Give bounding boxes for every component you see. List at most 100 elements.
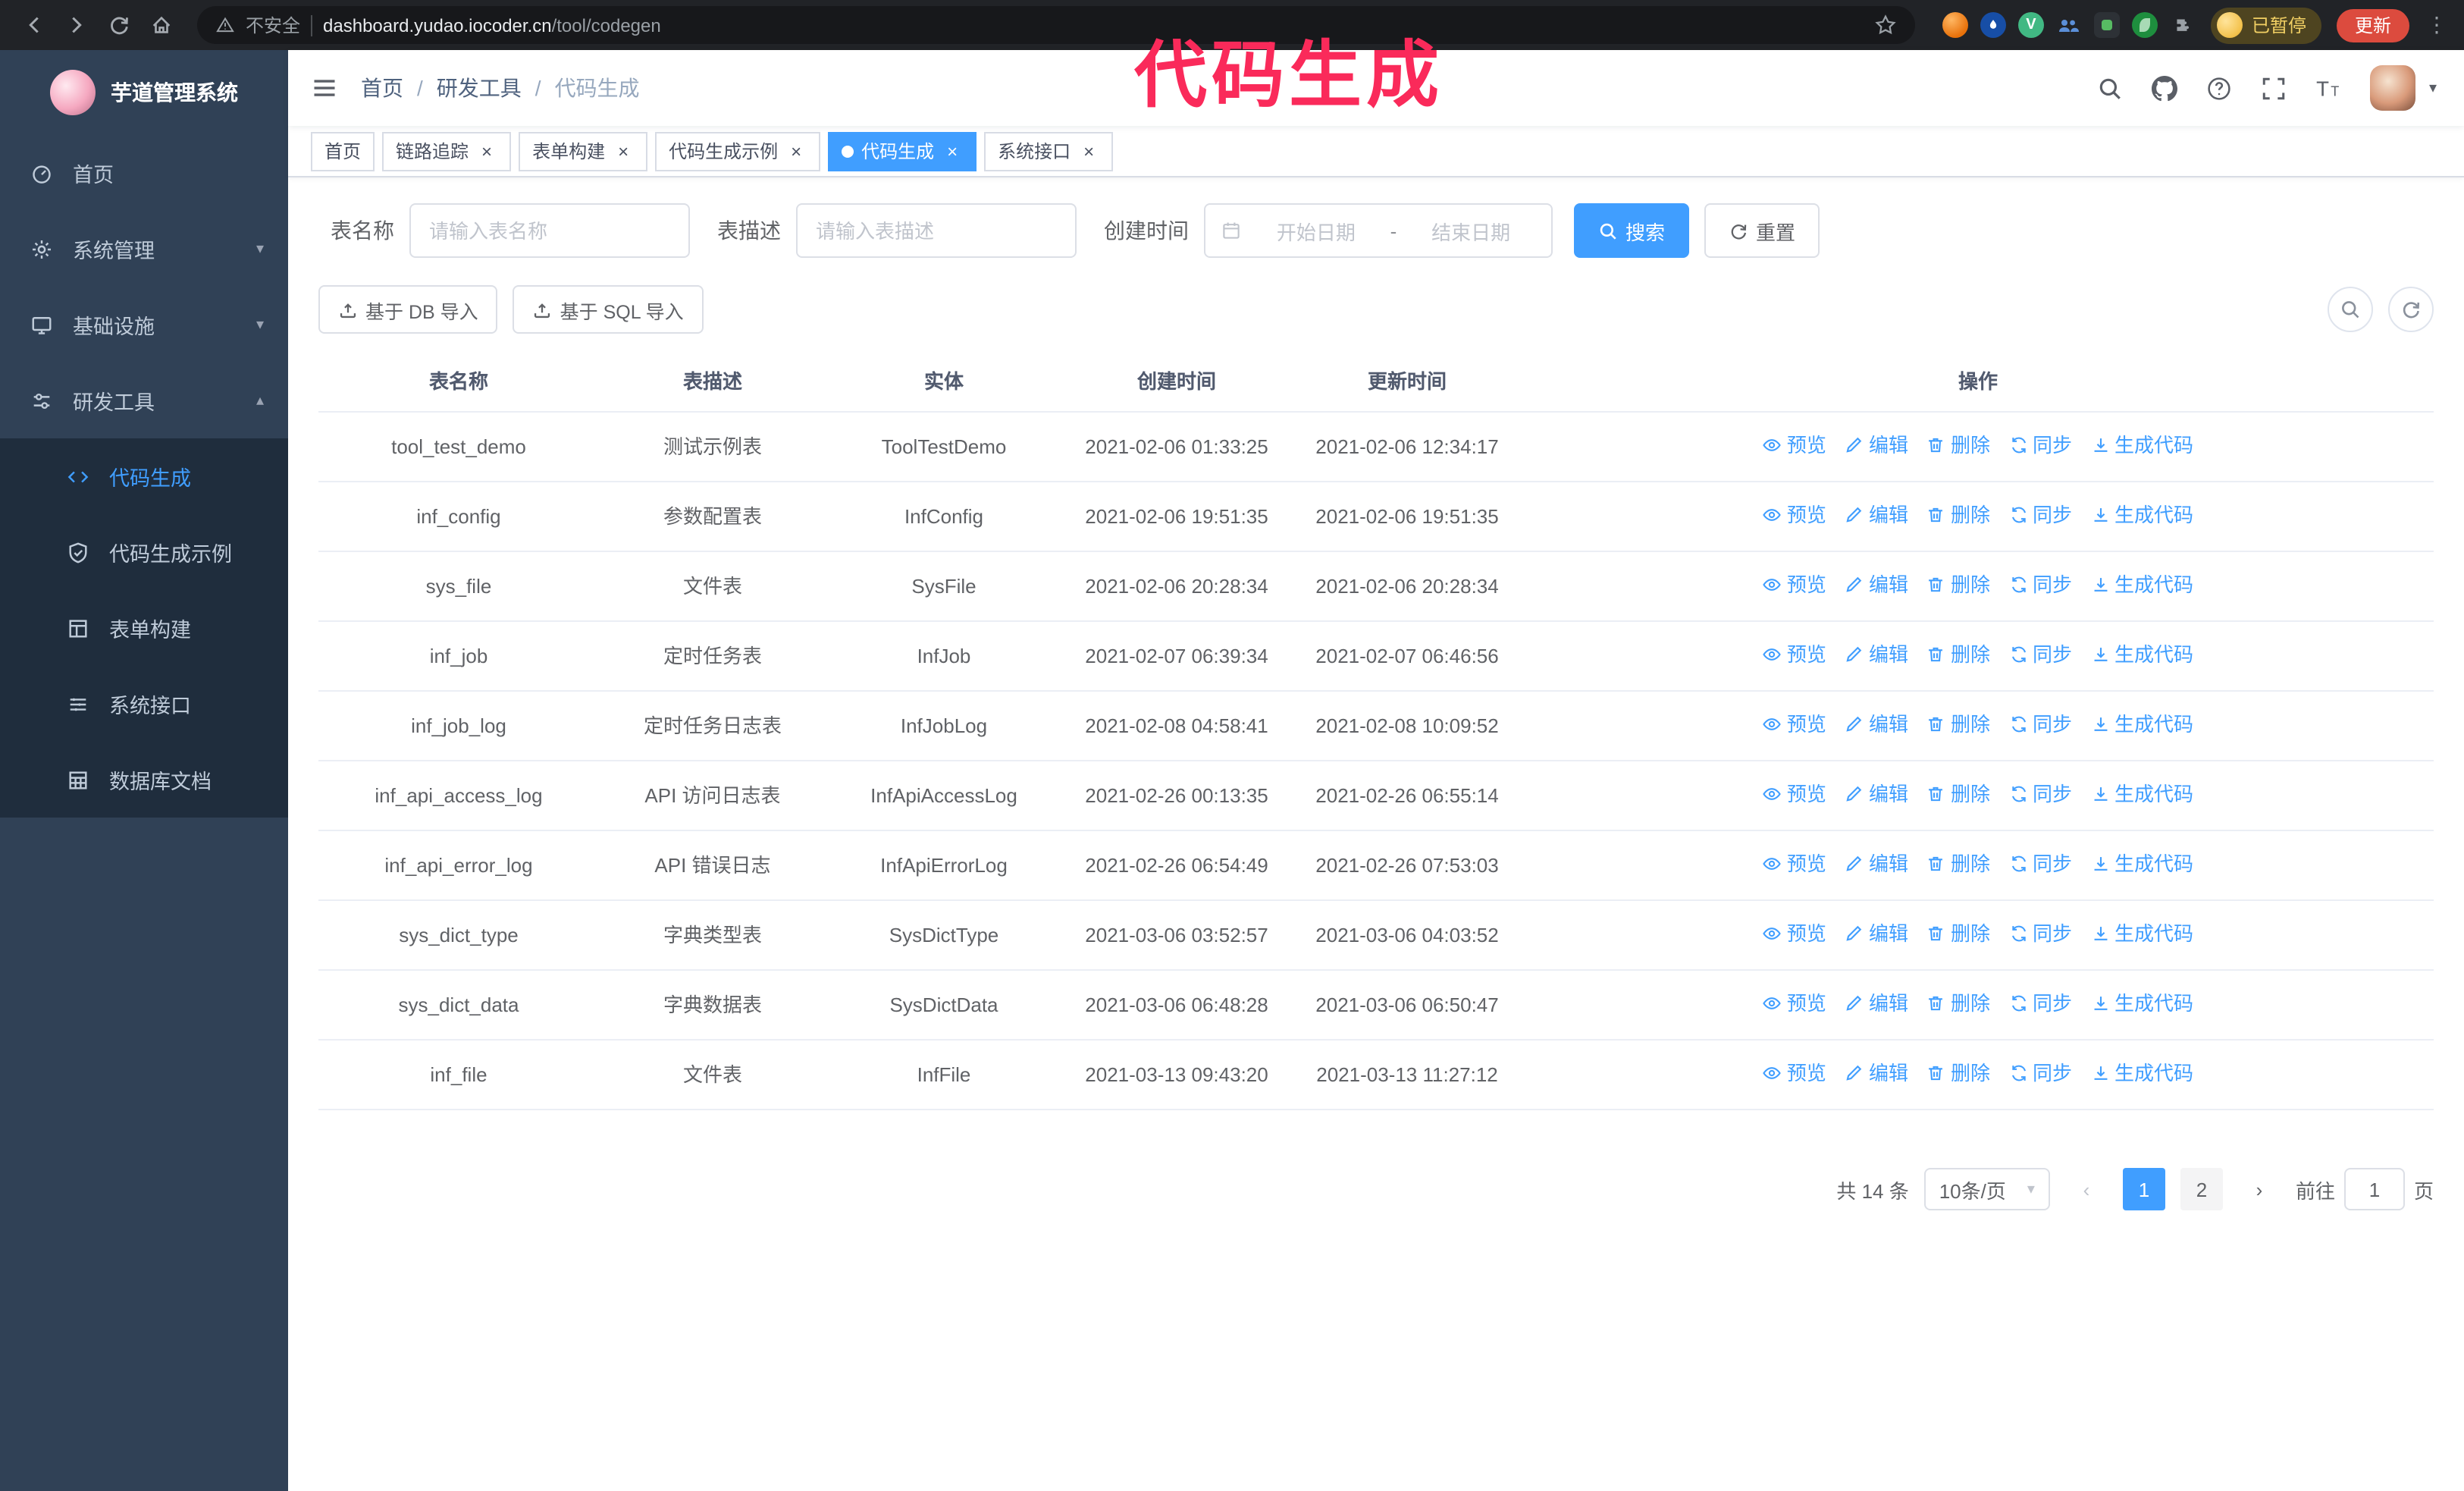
sync-link[interactable]: 同步 bbox=[2008, 569, 2072, 601]
dark-extension-icon[interactable] bbox=[2093, 12, 2120, 38]
tags-view-item[interactable]: 代码生成示例 × bbox=[655, 131, 821, 171]
tags-view-item[interactable]: 代码生成 × bbox=[828, 131, 977, 171]
preview-link[interactable]: 预览 bbox=[1763, 1057, 1826, 1089]
import-sql-button[interactable]: 基于 SQL 导入 bbox=[513, 285, 704, 334]
browser-menu-icon[interactable]: ⋮ bbox=[2425, 12, 2449, 38]
preview-link[interactable]: 预览 bbox=[1763, 499, 1826, 531]
delete-link[interactable]: 删除 bbox=[1926, 429, 1990, 461]
toggle-search-button[interactable] bbox=[2328, 287, 2373, 332]
delete-link[interactable]: 删除 bbox=[1926, 778, 1990, 810]
github-icon[interactable] bbox=[2151, 75, 2177, 101]
browser-update-button[interactable]: 更新 bbox=[2336, 8, 2409, 42]
drop-extension-icon[interactable] bbox=[1980, 12, 2006, 38]
preview-link[interactable]: 预览 bbox=[1763, 708, 1826, 740]
edit-link[interactable]: 编辑 bbox=[1845, 429, 1908, 461]
sync-link[interactable]: 同步 bbox=[2008, 848, 2072, 880]
goto-page-input[interactable] bbox=[2343, 1168, 2405, 1210]
tags-view-item[interactable]: 表单构建 × bbox=[519, 131, 648, 171]
sidebar-item-codegen[interactable]: 代码生成 bbox=[0, 438, 288, 514]
sidebar-item-form-builder[interactable]: 表单构建 bbox=[0, 590, 288, 666]
preview-link[interactable]: 预览 bbox=[1763, 918, 1826, 950]
sync-link[interactable]: 同步 bbox=[2008, 778, 2072, 810]
page-button-2[interactable]: 2 bbox=[2180, 1168, 2223, 1210]
delete-link[interactable]: 删除 bbox=[1926, 918, 1990, 950]
table-name-input[interactable] bbox=[409, 203, 690, 258]
search-icon[interactable] bbox=[2097, 75, 2123, 101]
sync-link[interactable]: 同步 bbox=[2008, 429, 2072, 461]
refresh-table-button[interactable] bbox=[2388, 287, 2434, 332]
table-desc-input[interactable] bbox=[796, 203, 1077, 258]
preview-link[interactable]: 预览 bbox=[1763, 987, 1826, 1019]
sync-link[interactable]: 同步 bbox=[2008, 987, 2072, 1019]
sidebar-item-codegen-example[interactable]: 代码生成示例 bbox=[0, 514, 288, 590]
breadcrumb-section[interactable]: 研发工具 bbox=[437, 73, 522, 103]
page-size-select[interactable]: 10条/页 ▾ bbox=[1923, 1168, 2050, 1210]
app-logo[interactable]: 芋道管理系统 bbox=[0, 50, 288, 135]
date-range-picker[interactable]: 开始日期 - 结束日期 bbox=[1204, 203, 1553, 258]
delete-link[interactable]: 删除 bbox=[1926, 499, 1990, 531]
delete-link[interactable]: 删除 bbox=[1926, 639, 1990, 670]
sync-link[interactable]: 同步 bbox=[2008, 639, 2072, 670]
edit-link[interactable]: 编辑 bbox=[1845, 918, 1908, 950]
close-icon[interactable]: × bbox=[1078, 140, 1099, 162]
close-icon[interactable]: × bbox=[476, 140, 497, 162]
generate-code-link[interactable]: 生成代码 bbox=[2090, 987, 2193, 1019]
generate-code-link[interactable]: 生成代码 bbox=[2090, 1057, 2193, 1089]
generate-code-link[interactable]: 生成代码 bbox=[2090, 778, 2193, 810]
generate-code-link[interactable]: 生成代码 bbox=[2090, 569, 2193, 601]
tags-view-item[interactable]: 系统接口 × bbox=[984, 131, 1114, 171]
edit-link[interactable]: 编辑 bbox=[1845, 778, 1908, 810]
delete-link[interactable]: 删除 bbox=[1926, 708, 1990, 740]
vue-devtools-extension-icon[interactable]: V bbox=[2017, 12, 2044, 38]
edit-link[interactable]: 编辑 bbox=[1845, 708, 1908, 740]
generate-code-link[interactable]: 生成代码 bbox=[2090, 639, 2193, 670]
preview-link[interactable]: 预览 bbox=[1763, 848, 1826, 880]
edit-link[interactable]: 编辑 bbox=[1845, 1057, 1908, 1089]
puzzle-icon[interactable] bbox=[2170, 12, 2196, 38]
generate-code-link[interactable]: 生成代码 bbox=[2090, 708, 2193, 740]
home-icon[interactable] bbox=[143, 7, 179, 43]
tags-view-item[interactable]: 链路追踪 × bbox=[382, 131, 512, 171]
leaf-extension-icon[interactable] bbox=[2131, 12, 2158, 38]
bookmark-star-icon[interactable] bbox=[1874, 14, 1897, 36]
chevron-down-icon[interactable]: ▾ bbox=[2429, 80, 2437, 96]
page-button-1[interactable]: 1 bbox=[2122, 1168, 2165, 1210]
edit-link[interactable]: 编辑 bbox=[1845, 848, 1908, 880]
sync-link[interactable]: 同步 bbox=[2008, 499, 2072, 531]
sidebar-item-system[interactable]: 系统管理 ▾ bbox=[0, 211, 288, 287]
edit-link[interactable]: 编辑 bbox=[1845, 499, 1908, 531]
security-label[interactable]: 不安全 bbox=[246, 12, 300, 38]
reload-icon[interactable] bbox=[100, 7, 136, 43]
browser-profile-chip[interactable]: 已暂停 bbox=[2210, 7, 2321, 43]
user-avatar[interactable] bbox=[2369, 65, 2415, 111]
help-icon[interactable] bbox=[2206, 75, 2232, 101]
sync-link[interactable]: 同步 bbox=[2008, 708, 2072, 740]
sync-link[interactable]: 同步 bbox=[2008, 918, 2072, 950]
close-icon[interactable]: × bbox=[942, 140, 963, 162]
sidebar-item-infra[interactable]: 基础设施 ▾ bbox=[0, 287, 288, 363]
sync-link[interactable]: 同步 bbox=[2008, 1057, 2072, 1089]
edit-link[interactable]: 编辑 bbox=[1845, 987, 1908, 1019]
address-bar[interactable]: 不安全 dashboard.yudao.iocoder.cn/tool/code… bbox=[197, 6, 1915, 44]
import-db-button[interactable]: 基于 DB 导入 bbox=[318, 285, 498, 334]
font-size-icon[interactable]: TT bbox=[2315, 75, 2341, 101]
fullscreen-icon[interactable] bbox=[2261, 75, 2287, 101]
preview-link[interactable]: 预览 bbox=[1763, 639, 1826, 670]
sidebar-item-api[interactable]: 系统接口 bbox=[0, 666, 288, 742]
users-extension-icon[interactable] bbox=[2056, 12, 2082, 38]
close-icon[interactable]: × bbox=[785, 140, 807, 162]
edit-link[interactable]: 编辑 bbox=[1845, 639, 1908, 670]
edit-link[interactable]: 编辑 bbox=[1845, 569, 1908, 601]
delete-link[interactable]: 删除 bbox=[1926, 987, 1990, 1019]
sidebar-item-devtools[interactable]: 研发工具 ▴ bbox=[0, 363, 288, 438]
generate-code-link[interactable]: 生成代码 bbox=[2090, 429, 2193, 461]
delete-link[interactable]: 删除 bbox=[1926, 1057, 1990, 1089]
next-page-button[interactable]: › bbox=[2238, 1168, 2281, 1210]
preview-link[interactable]: 预览 bbox=[1763, 569, 1826, 601]
preview-link[interactable]: 预览 bbox=[1763, 778, 1826, 810]
sidebar-item-db-doc[interactable]: 数据库文档 bbox=[0, 742, 288, 818]
generate-code-link[interactable]: 生成代码 bbox=[2090, 499, 2193, 531]
delete-link[interactable]: 删除 bbox=[1926, 848, 1990, 880]
preview-link[interactable]: 预览 bbox=[1763, 429, 1826, 461]
generate-code-link[interactable]: 生成代码 bbox=[2090, 848, 2193, 880]
